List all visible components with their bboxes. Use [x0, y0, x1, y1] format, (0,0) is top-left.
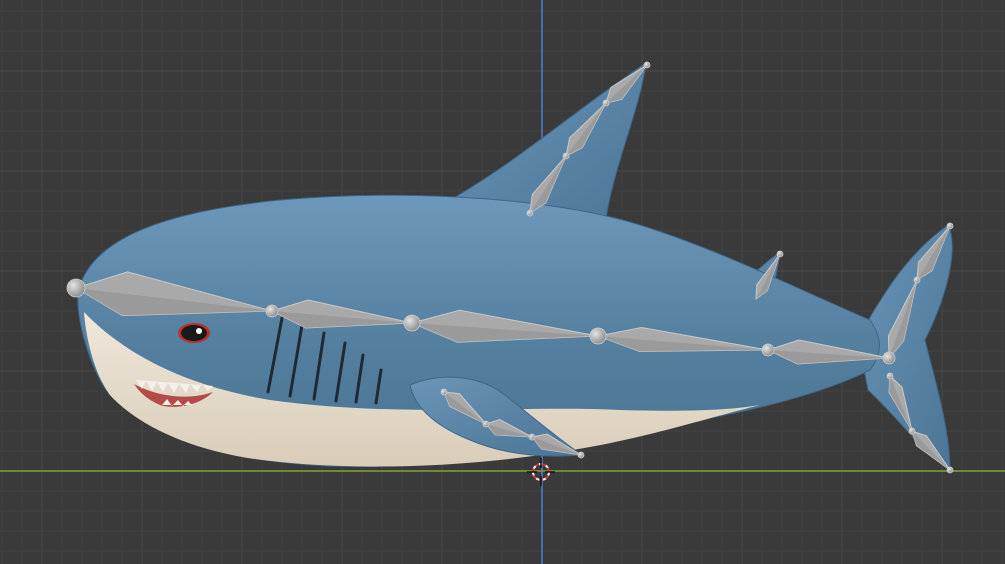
bone-joint-8[interactable]: [602, 99, 610, 107]
bone-joint-15[interactable]: [946, 466, 954, 474]
bone-joint-6[interactable]: [526, 209, 534, 217]
shark-model[interactable]: [77, 61, 953, 471]
bone-joint-19[interactable]: [577, 451, 585, 459]
bone-joint-18[interactable]: [528, 433, 536, 441]
bone-joint-10[interactable]: [776, 250, 784, 258]
shark-eye: [178, 323, 210, 343]
bone-joint-7[interactable]: [562, 152, 570, 160]
bone-joint-13[interactable]: [886, 372, 894, 380]
bone-joint-3[interactable]: [589, 327, 607, 345]
bone-joint-4[interactable]: [761, 343, 775, 357]
bone-joint-16[interactable]: [440, 388, 448, 396]
bone-joint-14[interactable]: [908, 427, 916, 435]
bone-joint-1[interactable]: [265, 304, 279, 318]
bone-joint-9[interactable]: [643, 61, 651, 69]
bone-joint-0[interactable]: [66, 278, 86, 298]
bone-joint-17[interactable]: [482, 420, 490, 428]
3d-cursor-icon[interactable]: [527, 458, 555, 486]
bone-joint-2[interactable]: [403, 314, 421, 332]
bone-joint-11[interactable]: [913, 276, 921, 284]
viewport-canvas[interactable]: [0, 0, 1005, 564]
bone-joint-5[interactable]: [882, 351, 896, 365]
3d-viewport[interactable]: [0, 0, 1005, 564]
bone-joint-12[interactable]: [946, 222, 954, 230]
